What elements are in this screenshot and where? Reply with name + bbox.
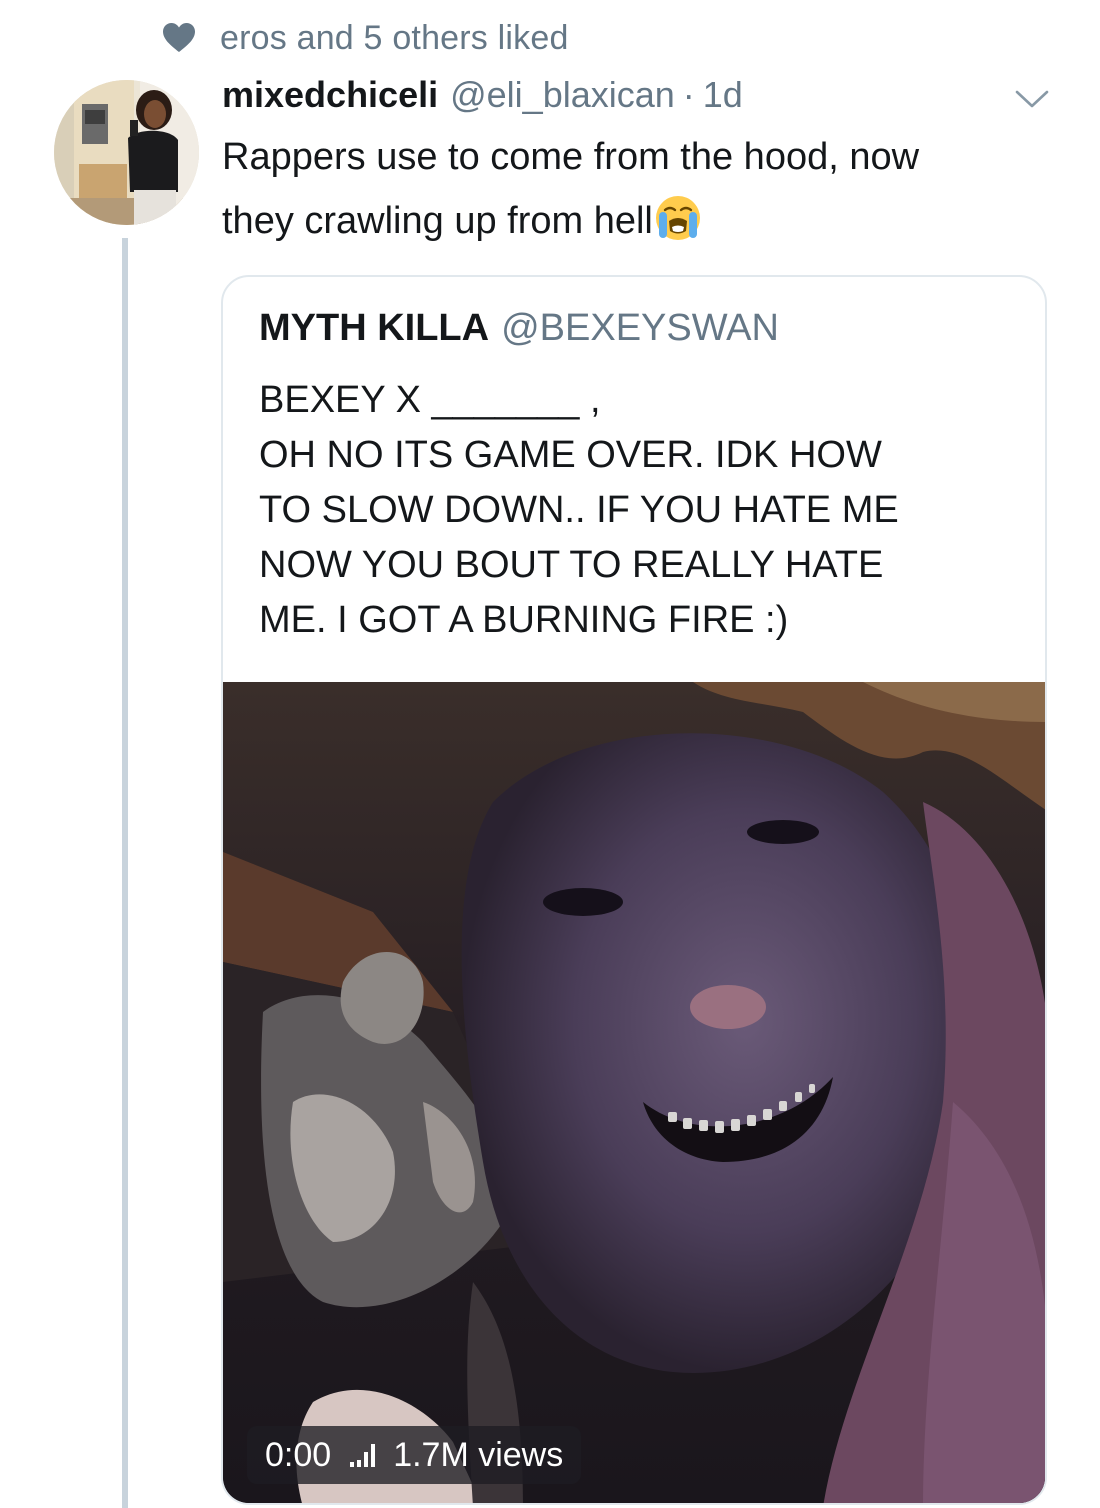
quoted-tweet-card[interactable]: MYTH KILLA @BEXEYSWAN BEXEY X _______ , O… bbox=[221, 275, 1047, 1505]
user-handle[interactable]: @eli_blaxican bbox=[450, 74, 675, 116]
tweet-screen: eros and 5 others liked mixedchiceli @el… bbox=[0, 0, 1100, 1508]
video-info-badge: 0:00 1.7M views bbox=[247, 1426, 582, 1484]
heart-icon bbox=[163, 23, 195, 52]
quoted-tweet-text: BEXEY X _______ , OH NO ITS GAME OVER. I… bbox=[259, 373, 1019, 648]
quoted-user-handle: @BEXEYSWAN bbox=[501, 307, 779, 349]
dot-separator: · bbox=[682, 74, 695, 115]
social-context[interactable]: eros and 5 others liked bbox=[162, 14, 569, 62]
loudly-crying-face-icon bbox=[655, 196, 700, 240]
tweet-header: mixedchiceli @eli_blaxican · 1d bbox=[222, 74, 743, 124]
avatar[interactable] bbox=[54, 80, 199, 225]
timestamp[interactable]: 1d bbox=[703, 74, 743, 116]
tweet-text: Rappers use to come from the hood, now t… bbox=[222, 125, 1072, 253]
volume-bars-icon bbox=[350, 1444, 376, 1467]
video-views: 1.7M views bbox=[393, 1435, 564, 1474]
video-frame bbox=[223, 682, 1045, 1503]
quoted-text-line: TO SLOW DOWN.. IF YOU HATE ME bbox=[259, 489, 899, 531]
display-name[interactable]: mixedchiceli bbox=[222, 74, 438, 116]
quoted-text-line: BEXEY X _______ , bbox=[259, 379, 601, 421]
social-context-text: eros and 5 others liked bbox=[220, 18, 569, 57]
video-duration: 0:00 bbox=[265, 1435, 332, 1474]
quoted-tweet-header: MYTH KILLA @BEXEYSWAN bbox=[259, 307, 779, 350]
quoted-display-name: MYTH KILLA bbox=[259, 307, 490, 349]
video-player[interactable]: 0:00 1.7M views bbox=[223, 682, 1045, 1503]
avatar-image bbox=[54, 80, 199, 225]
chevron-down-icon[interactable] bbox=[1014, 88, 1050, 110]
thread-line bbox=[122, 238, 128, 1508]
quoted-text-line: OH NO ITS GAME OVER. IDK HOW bbox=[259, 434, 882, 476]
tweet-text-line: they crawling up from hell bbox=[222, 200, 653, 242]
quoted-text-line: ME. I GOT A BURNING FIRE :) bbox=[259, 599, 789, 641]
tweet-text-line-with-emoji: they crawling up from hell bbox=[222, 189, 1072, 253]
tweet-text-line: Rappers use to come from the hood, now bbox=[222, 136, 920, 178]
quoted-text-line: NOW YOU BOUT TO REALLY HATE bbox=[259, 544, 884, 586]
